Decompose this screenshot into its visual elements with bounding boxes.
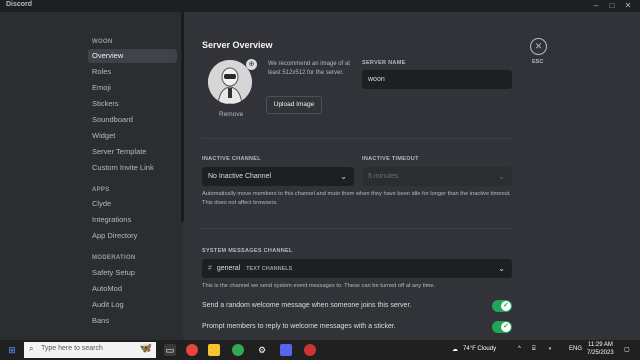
- inactive-channel-value: No Inactive Channel: [208, 173, 272, 180]
- upload-image-button[interactable]: Upload Image: [266, 96, 322, 114]
- sidebar-item-clyde[interactable]: Clyde: [88, 197, 177, 211]
- esc-label: ESC: [532, 59, 544, 65]
- chevron-down-icon: ⌄: [498, 264, 505, 273]
- divider: [202, 228, 512, 229]
- taskbar-search-box[interactable]: ⌕ Type here to search 🦋: [24, 342, 156, 358]
- search-icon: ⌕: [29, 344, 34, 353]
- server-name-input[interactable]: woon: [362, 70, 512, 89]
- inactive-timeout-value: 5 minutes: [368, 173, 399, 180]
- task-view-icon[interactable]: ▭: [164, 344, 176, 356]
- system-channel-category: TEXT CHANNELS: [246, 266, 293, 272]
- chrome-icon[interactable]: [186, 344, 198, 356]
- server-name-label: SERVER NAME: [362, 60, 406, 66]
- weather-text[interactable]: 74°F Cloudy: [463, 346, 496, 352]
- system-channel-name: general: [216, 265, 241, 272]
- sidebar-item-server-template[interactable]: Server Template: [88, 145, 177, 159]
- file-explorer-icon[interactable]: [208, 344, 220, 356]
- inactive-channel-select[interactable]: No Inactive Channel ⌄: [202, 167, 354, 186]
- close-window-icon[interactable]: ✕: [621, 0, 635, 12]
- inactive-timeout-label: INACTIVE TIMEOUT: [362, 156, 419, 162]
- welcome-message-toggle-label: Send a random welcome message when someo…: [202, 302, 412, 309]
- sidebar-item-widget[interactable]: Widget: [88, 129, 177, 143]
- sidebar-item-audit-log[interactable]: Audit Log: [88, 298, 177, 312]
- system-messages-help-text: This is the channel we send system event…: [202, 283, 436, 289]
- sidebar-item-roles[interactable]: Roles: [88, 65, 177, 79]
- minimize-icon[interactable]: –: [589, 0, 603, 12]
- sidebar-item-app-directory[interactable]: App Directory: [88, 229, 177, 243]
- server-icon[interactable]: [208, 60, 252, 104]
- sidebar-item-soundboard[interactable]: Soundboard: [88, 113, 177, 127]
- sidebar-item-custom-invite-link[interactable]: Custom Invite Link: [88, 161, 177, 175]
- sidebar-item-overview[interactable]: Overview: [88, 49, 177, 63]
- system-messages-channel-select[interactable]: # general TEXT CHANNELS ⌄: [202, 259, 512, 278]
- weather-icon: ☁: [452, 347, 458, 353]
- edit-icon-badge[interactable]: ⊕: [246, 59, 257, 70]
- close-settings-button[interactable]: ✕: [530, 38, 547, 55]
- notification-icon[interactable]: ▢: [624, 346, 630, 353]
- title-bar: Discord – □ ✕: [0, 0, 640, 12]
- sidebar-header-server: WOON: [92, 39, 113, 45]
- remove-icon-link[interactable]: Remove: [219, 111, 243, 118]
- chevron-down-icon: ⌄: [340, 172, 347, 181]
- language-indicator[interactable]: ENG: [569, 346, 582, 352]
- chrome-profile-icon[interactable]: [232, 344, 244, 356]
- search-highlight-icon: 🦋: [139, 343, 152, 354]
- window-title: Discord: [6, 1, 33, 8]
- system-messages-label: SYSTEM MESSAGES CHANNEL: [202, 248, 293, 254]
- clock-time[interactable]: 11:29 AM: [588, 342, 613, 348]
- discord-taskbar-icon[interactable]: [280, 344, 292, 356]
- check-icon: ✓: [501, 301, 511, 311]
- maximize-icon[interactable]: □: [605, 0, 619, 12]
- check-icon: ✓: [501, 322, 511, 332]
- sidebar-item-integrations[interactable]: Integrations: [88, 213, 177, 227]
- windows-start-icon[interactable]: ⊞: [6, 344, 18, 356]
- clock-date[interactable]: 7/25/2023: [587, 350, 614, 356]
- settings-content: Server Overview ⊕ Remove We recommend an…: [184, 12, 640, 340]
- sticker-reply-toggle-label: Prompt members to reply to welcome messa…: [202, 323, 396, 330]
- chevron-down-icon: ⌄: [498, 172, 505, 181]
- inactive-help-text: Automatically move members to this chann…: [202, 191, 511, 206]
- network-icon[interactable]: ⌸: [532, 346, 536, 353]
- recorder-icon[interactable]: [304, 344, 316, 356]
- sticker-reply-toggle[interactable]: ✓: [492, 321, 512, 333]
- hash-icon: #: [208, 265, 212, 272]
- sidebar-item-emoji[interactable]: Emoji: [88, 81, 177, 95]
- sidebar-item-bans[interactable]: Bans: [88, 314, 177, 328]
- chevron-up-icon[interactable]: ^: [518, 346, 521, 352]
- welcome-message-toggle[interactable]: ✓: [492, 300, 512, 312]
- divider: [202, 138, 512, 139]
- windows-taskbar: ⊞ ⌕ Type here to search 🦋 ▭ ⚙ ☁ 74°F Clo…: [0, 340, 640, 360]
- settings-gear-icon[interactable]: ⚙: [256, 344, 268, 356]
- search-placeholder: Type here to search: [41, 345, 103, 352]
- page-title: Server Overview: [202, 40, 273, 50]
- sidebar-item-automod[interactable]: AutoMod: [88, 282, 177, 296]
- sidebar-item-stickers[interactable]: Stickers: [88, 97, 177, 111]
- inactive-channel-label: INACTIVE CHANNEL: [202, 156, 261, 162]
- sidebar-header-moderation: MODERATION: [92, 255, 136, 261]
- inactive-timeout-select[interactable]: 5 minutes ⌄: [362, 167, 512, 186]
- sidebar-item-safety-setup[interactable]: Safety Setup: [88, 266, 177, 280]
- volume-icon[interactable]: ◖: [548, 346, 552, 352]
- sidebar-header-apps: APPS: [92, 187, 110, 193]
- icon-recommendation-text: We recommend an image of at least 512x51…: [268, 61, 350, 76]
